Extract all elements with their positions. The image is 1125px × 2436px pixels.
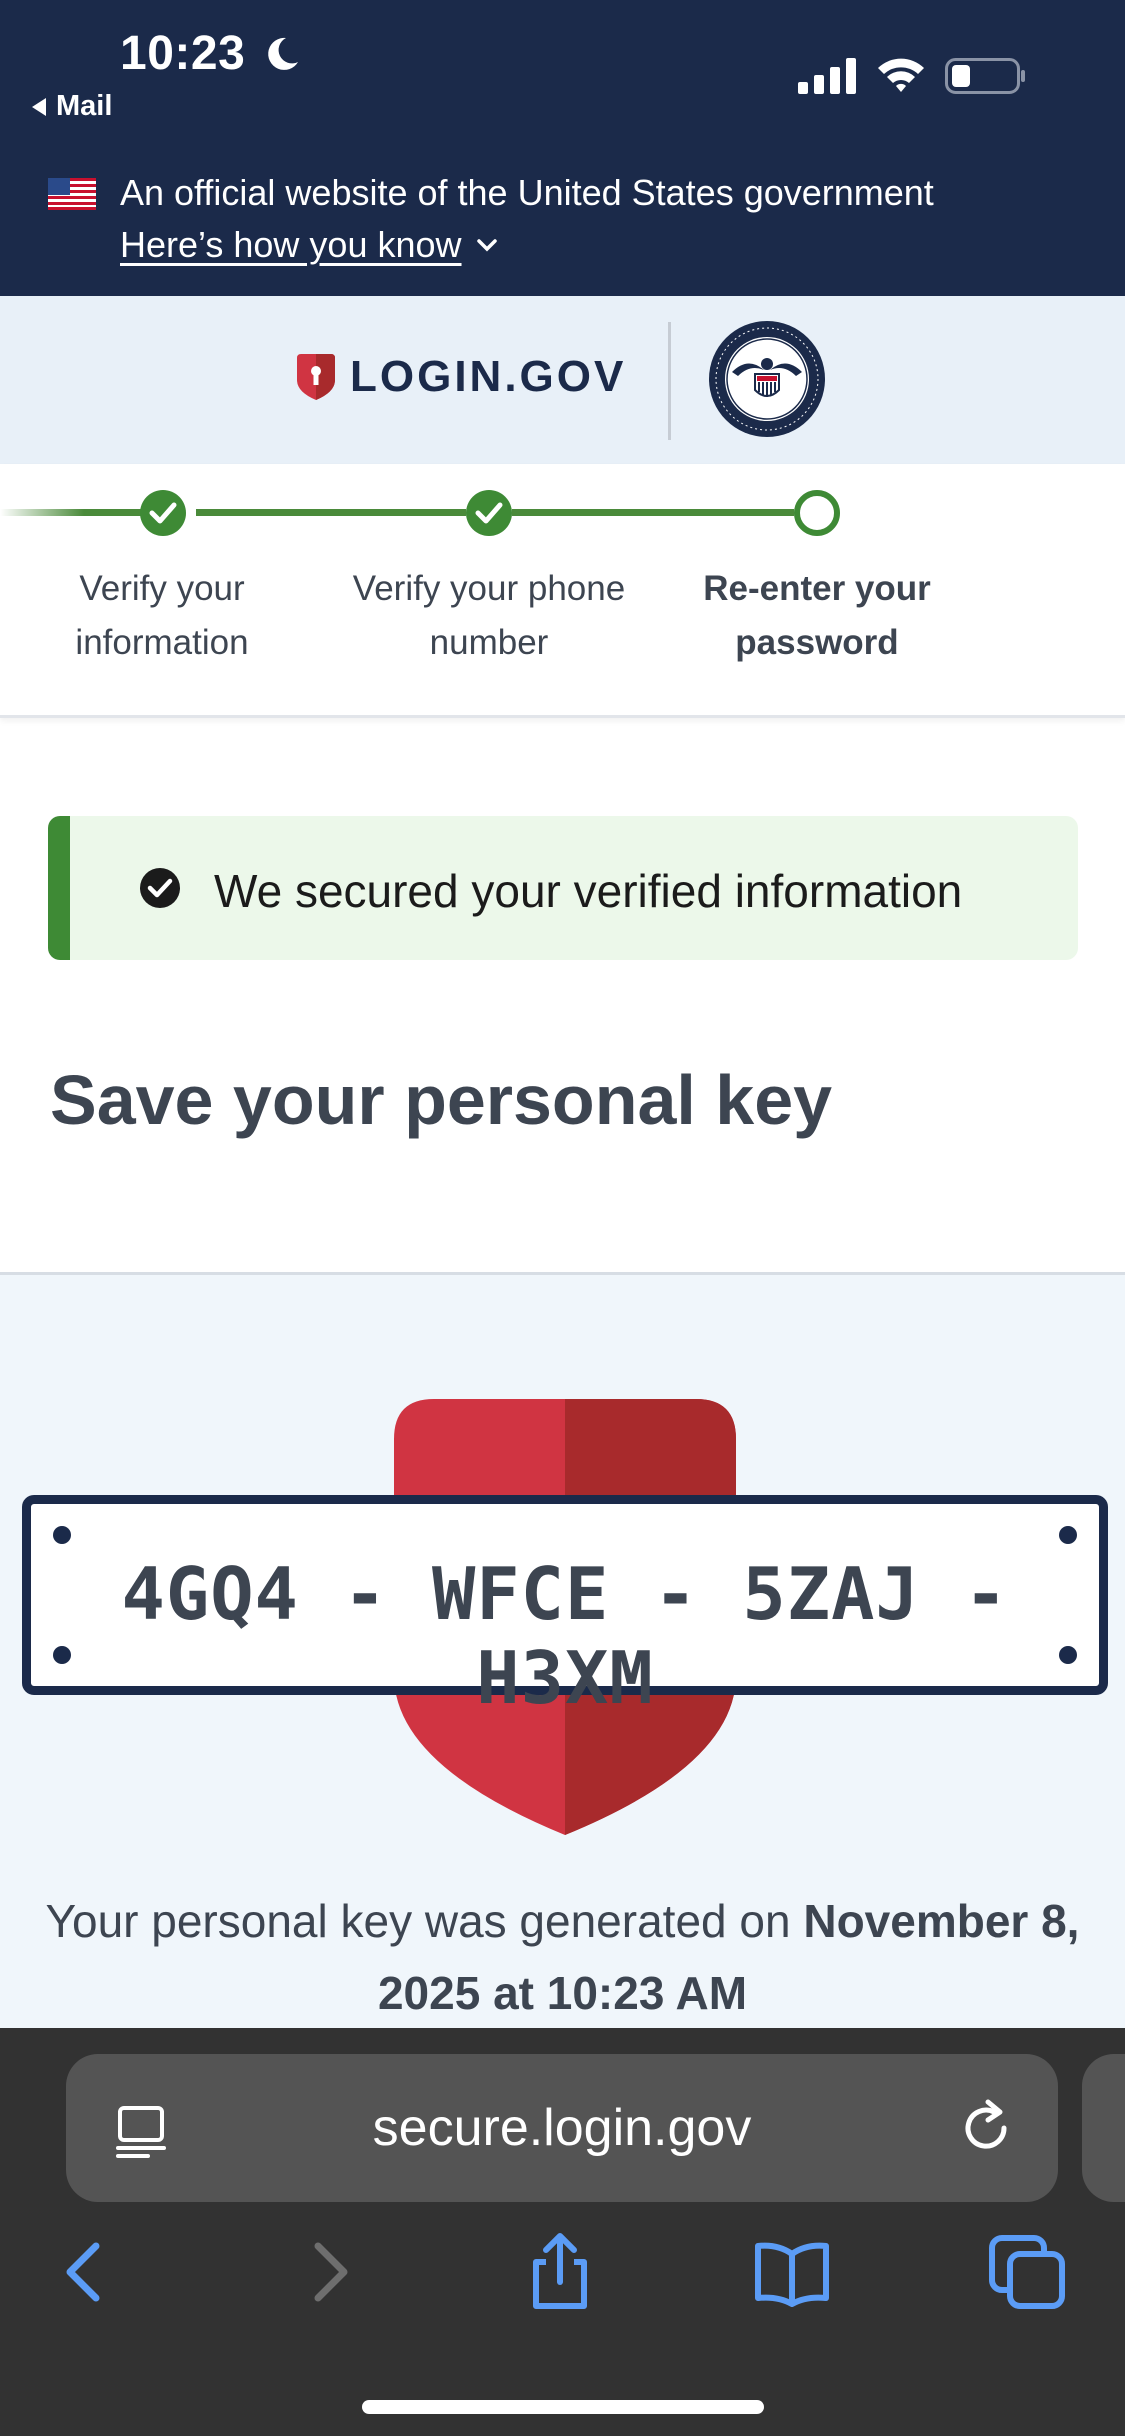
- checkmark-icon: [475, 502, 503, 524]
- step-indicator: Verify your information Verify your phon…: [0, 464, 1125, 718]
- address-bar[interactable]: secure.login.gov: [66, 2054, 1058, 2202]
- back-to-mail-label: Mail: [56, 90, 113, 122]
- browser-toolbar: secure.login.gov: [0, 2028, 1125, 2436]
- next-tab-peek[interactable]: [1082, 2054, 1125, 2202]
- success-alert: We secured your verified information: [48, 816, 1078, 960]
- logo-divider: [668, 322, 671, 440]
- gov-banner-text: An official website of the United States…: [120, 172, 934, 213]
- step-2-label-line1: Verify your phone: [352, 569, 626, 608]
- share-icon[interactable]: [520, 2232, 600, 2312]
- wifi-icon: [878, 58, 924, 92]
- back-arrow-icon[interactable]: [46, 2232, 126, 2312]
- personal-key-plate: 4GQ4 - WFCE - 5ZAJ - H3XM: [22, 1495, 1108, 1720]
- step-line-lead: [0, 509, 140, 516]
- step-1-label-line1: Verify your: [79, 569, 245, 608]
- step-1-label-line2: information: [75, 623, 249, 662]
- step-line-1: [196, 509, 466, 516]
- status-time: 10:23: [120, 27, 246, 80]
- us-flag-icon: [48, 178, 96, 210]
- heres-how-you-know-label: Here’s how you know: [120, 224, 462, 265]
- battery-icon: [945, 58, 1025, 94]
- top-banner-area: 10:23 Mail An official website of the Un…: [0, 0, 1125, 296]
- reload-icon[interactable]: [958, 2098, 1016, 2158]
- step-3-current-marker: [794, 490, 840, 536]
- page-title: Save your personal key: [50, 1061, 833, 1139]
- login-gov-logo: LOGIN.GOV: [350, 352, 627, 401]
- personal-key-code: 4GQ4 - WFCE - 5ZAJ - H3XM: [121, 1552, 1009, 1720]
- url-text: secure.login.gov: [372, 2099, 752, 2157]
- check-circle-icon: [140, 868, 180, 908]
- chevron-down-icon: [476, 239, 497, 252]
- plate-rivet: [1059, 1526, 1077, 1544]
- key-generated-prefix: Your personal key was generated on: [45, 1895, 804, 1947]
- back-to-mail-button[interactable]: Mail: [32, 90, 112, 123]
- back-triangle-icon: [32, 97, 46, 116]
- moon-icon: [268, 37, 298, 70]
- tabs-icon[interactable]: [988, 2232, 1068, 2312]
- home-indicator[interactable]: [362, 2400, 764, 2414]
- step-2-label-line2: number: [429, 623, 549, 662]
- heres-how-you-know-link[interactable]: Here’s how you know: [120, 224, 498, 266]
- step-2-label: Verify your phone number: [329, 562, 649, 670]
- forward-arrow-icon[interactable]: [288, 2232, 368, 2312]
- step-3-label: Re-enter your password: [657, 562, 977, 670]
- step-1-label: Verify your information: [2, 562, 322, 670]
- checkmark-icon: [149, 502, 177, 524]
- step-2-complete-marker: [466, 490, 512, 536]
- step-3-label-line2: password: [735, 623, 899, 662]
- step-3-label-line1: Re-enter your: [703, 569, 931, 608]
- step-line-2: [512, 509, 794, 516]
- bookmarks-icon[interactable]: [752, 2232, 832, 2312]
- cellular-signal-icon: [798, 58, 856, 94]
- key-generated-text: Your personal key was generated on Novem…: [0, 1885, 1125, 2029]
- ssa-seal-icon: [709, 321, 825, 437]
- success-alert-text: We secured your verified information: [214, 865, 963, 917]
- plate-rivet: [53, 1526, 71, 1544]
- site-header: LOGIN.GOV: [0, 296, 1125, 464]
- login-gov-shield-icon: [297, 354, 335, 400]
- personal-key-section: 4GQ4 - WFCE - 5ZAJ - H3XM Your personal …: [0, 1272, 1125, 2028]
- step-1-complete-marker: [140, 490, 186, 536]
